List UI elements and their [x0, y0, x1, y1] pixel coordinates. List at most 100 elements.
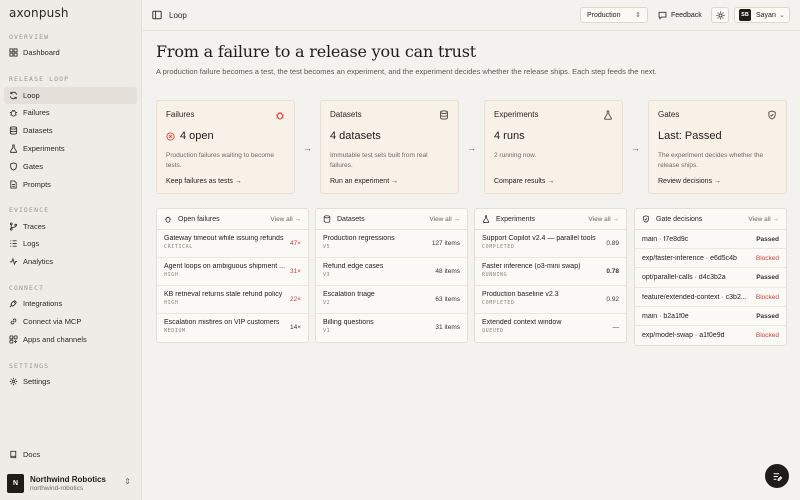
row-title: Support Copilot v2.4 — parallel tools [482, 235, 596, 242]
flask-icon [9, 144, 18, 153]
list-item[interactable]: KB retrieval returns stale refund policy… [157, 286, 308, 314]
severity-label: HIGH [164, 272, 179, 278]
shield-check-icon [768, 110, 776, 120]
list-item[interactable]: feature/extended-context · c3b2... Block… [635, 288, 786, 307]
list-item[interactable]: Extended context window QUEUED — [475, 314, 626, 342]
arrow-right-icon: → [631, 143, 640, 153]
severity-label: HIGH [164, 300, 179, 306]
sidebar-item-docs[interactable]: Docs [4, 446, 137, 463]
org-slug: northwind-robotics [30, 484, 84, 492]
arrow-right-icon: → [467, 143, 476, 153]
user-menu-button[interactable]: SB Sayan ⌄ [734, 7, 790, 23]
view-all-link[interactable]: View all → [588, 216, 619, 223]
sidebar-item-failures[interactable]: Failures [4, 104, 137, 121]
list-item[interactable]: Escalation triage V2 63 items [316, 286, 467, 314]
org-switcher[interactable]: N Northwind Robotics northwind-robotics … [7, 471, 135, 495]
item-count: 48 items [435, 268, 460, 275]
card-link[interactable]: Compare results → [494, 178, 554, 185]
list-item[interactable]: exp/faster-inference · e6d5c4b Blocked [635, 249, 786, 269]
theme-toggle-button[interactable] [711, 7, 729, 23]
card-link[interactable]: Keep failures as tests → [166, 178, 242, 185]
brand-logo[interactable]: axonpush [9, 6, 69, 20]
list-item[interactable]: main · f7e8d9c Passed [635, 230, 786, 250]
list-item[interactable]: opt/parallel-calls · d4c3b2a Passed [635, 268, 786, 288]
list-item[interactable]: Faster inference (o3-mini swap) RUNNING … [475, 258, 626, 286]
sidebar-item-analytics[interactable]: Analytics [4, 253, 137, 270]
sidebar-item-apps-channels[interactable]: Apps and channels [4, 331, 137, 348]
sidebar-item-dashboard[interactable]: Dashboard [4, 44, 137, 61]
sidebar-item-label: Apps and channels [23, 335, 87, 344]
row-title: main · f7e8d9c [642, 236, 689, 243]
sidebar-item-datasets[interactable]: Datasets [4, 122, 137, 139]
row-title: Extended context window [482, 319, 562, 326]
sidebar-item-label: Failures [23, 108, 50, 117]
view-all-link[interactable]: View all → [270, 216, 301, 223]
occurrence-count: 31× [289, 268, 301, 275]
sidebar-item-label: Traces [23, 222, 46, 231]
list-item[interactable]: Support Copilot v2.4 — parallel tools CO… [475, 230, 626, 258]
view-all-link[interactable]: View all → [748, 216, 779, 223]
list-item[interactable]: Gateway timeout while issuing refunds CR… [157, 230, 308, 258]
section-settings: SETTINGS [9, 362, 50, 370]
status-badge: Passed [756, 274, 779, 282]
occurrence-count: 47× [289, 240, 301, 247]
page-subtitle: A production failure becomes a test, the… [156, 67, 657, 76]
list-item[interactable]: Refund edge cases V3 48 items [316, 258, 467, 286]
list-item[interactable]: Production regressions V5 127 items [316, 230, 467, 258]
gate-decisions-panel: Gate decisions View all → main · f7e8d9c… [634, 208, 787, 347]
occurrence-count: 14× [289, 324, 301, 331]
sidebar-item-label: Prompts [23, 180, 51, 189]
list-item[interactable]: Production baseline v2.3 COMPLETED 0.92 [475, 286, 626, 314]
assistant-fab-button[interactable] [765, 464, 789, 488]
branch-icon [9, 222, 18, 231]
card-title: Gates [658, 110, 680, 119]
feedback-button[interactable]: Feedback [658, 7, 702, 23]
severity-label: CRITICAL [164, 244, 193, 250]
sidebar-item-experiments[interactable]: Experiments [4, 140, 137, 157]
environment-label: Production [587, 11, 621, 19]
database-icon [323, 215, 331, 223]
list-item[interactable]: Billing questions V1 31 items [316, 314, 467, 342]
sidebar-item-prompts[interactable]: Prompts [4, 176, 137, 193]
panel-title: Datasets [337, 215, 365, 223]
sidebar-item-label: Analytics [23, 257, 54, 266]
list-edit-icon [773, 472, 782, 481]
list-item[interactable]: Escalation misfires on VIP customers MED… [157, 314, 308, 342]
row-title: main · b2a1f0e [642, 312, 689, 320]
view-all-link[interactable]: View all → [429, 216, 460, 223]
avatar: SB [739, 9, 751, 21]
sidebar-item-label: Logs [23, 239, 40, 248]
sidebar-item-loop[interactable]: Loop [4, 87, 137, 104]
card-link[interactable]: Run an experiment → [330, 178, 398, 185]
log-icon [10, 240, 17, 247]
sidebar-item-label: Datasets [23, 126, 53, 135]
row-title: KB retrieval returns stale refund policy [164, 291, 283, 298]
score-value: 0.89 [606, 240, 619, 247]
sidebar-item-settings[interactable]: Settings [4, 373, 137, 390]
feedback-label: Feedback [671, 11, 702, 19]
card-title: Datasets [330, 110, 362, 119]
environment-select[interactable]: Production ⇕ [580, 7, 648, 23]
card-stat: 4 datasets [330, 130, 381, 142]
sidebar-item-integrations[interactable]: Integrations [4, 295, 137, 312]
list-item[interactable]: main · b2a1f0e Passed [635, 307, 786, 326]
link-icon [10, 318, 17, 325]
card-link[interactable]: Review decisions → [658, 178, 721, 185]
sidebar-item-logs[interactable]: Logs [4, 235, 137, 252]
list-item[interactable]: exp/model-swap · a1f0e9d Blocked [635, 326, 786, 345]
sidebar-toggle-icon[interactable] [152, 10, 162, 20]
sidebar-item-connect-mcp[interactable]: Connect via MCP [4, 313, 137, 330]
card-title: Experiments [494, 110, 539, 119]
row-title: Gateway timeout while issuing refunds [164, 235, 284, 242]
user-name: Sayan [756, 11, 776, 19]
list-item[interactable]: Agent loops on ambiguous shipment ... HI… [157, 258, 308, 286]
shield-check-icon [643, 215, 649, 223]
sidebar-item-traces[interactable]: Traces [4, 218, 137, 235]
section-connect: CONNECT [9, 284, 45, 292]
score-value: — [612, 324, 620, 331]
status-label: RUNNING [482, 272, 508, 278]
row-title: Agent loops on ambiguous shipment ... [164, 263, 286, 270]
chevron-updown-icon: ⇕ [635, 12, 641, 19]
row-title: opt/parallel-calls · d4c3b2a [642, 274, 726, 282]
sidebar-item-gates[interactable]: Gates [4, 158, 137, 175]
